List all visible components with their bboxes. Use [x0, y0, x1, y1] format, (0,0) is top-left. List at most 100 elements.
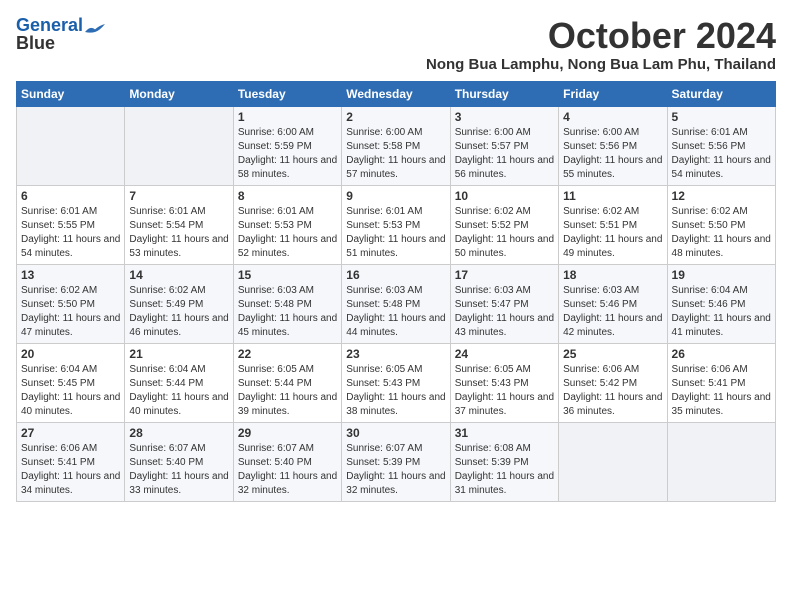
calendar-week-row: 27Sunrise: 6:06 AMSunset: 5:41 PMDayligh… — [17, 422, 776, 501]
day-number: 4 — [563, 110, 662, 124]
logo-bird-icon — [85, 24, 105, 36]
location-subtitle: Nong Bua Lamphu, Nong Bua Lam Phu, Thail… — [426, 56, 776, 73]
calendar-cell: 10 Sunrise: 6:02 AMSunset: 5:52 PMDayligh… — [450, 185, 558, 264]
calendar-cell — [559, 422, 667, 501]
day-number: 16 — [346, 268, 445, 282]
day-info: Sunrise: 6:00 AMSunset: 5:56 PMDaylight:… — [563, 126, 662, 182]
calendar-cell: 15 Sunrise: 6:03 AMSunset: 5:48 PMDayligh… — [233, 264, 341, 343]
weekday-header: Wednesday — [342, 81, 450, 106]
calendar-cell: 16 Sunrise: 6:03 AMSunset: 5:48 PMDayligh… — [342, 264, 450, 343]
weekday-header: Tuesday — [233, 81, 341, 106]
day-number: 13 — [21, 268, 120, 282]
day-info: Sunrise: 6:03 AMSunset: 5:48 PMDaylight:… — [346, 284, 445, 340]
day-info: Sunrise: 6:02 AMSunset: 5:50 PMDaylight:… — [21, 284, 120, 340]
calendar-cell: 22 Sunrise: 6:05 AMSunset: 5:44 PMDayligh… — [233, 343, 341, 422]
calendar-cell: 4 Sunrise: 6:00 AMSunset: 5:56 PMDaylight… — [559, 106, 667, 185]
day-info: Sunrise: 6:01 AMSunset: 5:53 PMDaylight:… — [238, 205, 337, 261]
calendar-cell: 11Sunrise: 6:02 AMSunset: 5:51 PMDayligh… — [559, 185, 667, 264]
day-info: Sunrise: 6:03 AMSunset: 5:48 PMDaylight:… — [238, 284, 337, 340]
calendar-cell: 21 Sunrise: 6:04 AMSunset: 5:44 PMDayligh… — [125, 343, 233, 422]
calendar-cell — [17, 106, 125, 185]
weekday-header-row: SundayMondayTuesdayWednesdayThursdayFrid… — [17, 81, 776, 106]
calendar-cell: 31 Sunrise: 6:08 AMSunset: 5:39 PMDayligh… — [450, 422, 558, 501]
day-info: Sunrise: 6:01 AMSunset: 5:54 PMDaylight:… — [129, 205, 228, 261]
calendar-cell: 24 Sunrise: 6:05 AMSunset: 5:43 PMDayligh… — [450, 343, 558, 422]
day-info: Sunrise: 6:04 AMSunset: 5:44 PMDaylight:… — [129, 363, 228, 419]
day-info: Sunrise: 6:05 AMSunset: 5:43 PMDaylight:… — [346, 363, 445, 419]
calendar-body: 1Sunrise: 6:00 AMSunset: 5:59 PMDaylight… — [17, 106, 776, 501]
calendar-cell: 17 Sunrise: 6:03 AMSunset: 5:47 PMDayligh… — [450, 264, 558, 343]
calendar-week-row: 6Sunrise: 6:01 AMSunset: 5:55 PMDaylight… — [17, 185, 776, 264]
day-info: Sunrise: 6:04 AMSunset: 5:46 PMDaylight:… — [672, 284, 771, 340]
day-info: Sunrise: 6:02 AMSunset: 5:52 PMDaylight:… — [455, 205, 554, 261]
day-number: 12 — [672, 189, 771, 203]
day-number: 19 — [672, 268, 771, 282]
day-number: 18 — [563, 268, 662, 282]
day-info: Sunrise: 6:07 AMSunset: 5:39 PMDaylight:… — [346, 442, 445, 498]
day-number: 24 — [455, 347, 554, 361]
calendar-cell: 3 Sunrise: 6:00 AMSunset: 5:57 PMDaylight… — [450, 106, 558, 185]
calendar-cell: 5Sunrise: 6:01 AMSunset: 5:56 PMDaylight… — [667, 106, 775, 185]
calendar-cell — [667, 422, 775, 501]
day-number: 8 — [238, 189, 337, 203]
calendar-cell: 7 Sunrise: 6:01 AMSunset: 5:54 PMDaylight… — [125, 185, 233, 264]
day-number: 15 — [238, 268, 337, 282]
day-number: 20 — [21, 347, 120, 361]
day-number: 1 — [238, 110, 337, 124]
title-section: October 2024 Nong Bua Lamphu, Nong Bua L… — [426, 16, 776, 73]
day-number: 21 — [129, 347, 228, 361]
calendar-cell: 29Sunrise: 6:07 AMSunset: 5:40 PMDayligh… — [233, 422, 341, 501]
day-number: 5 — [672, 110, 771, 124]
day-info: Sunrise: 6:03 AMSunset: 5:46 PMDaylight:… — [563, 284, 662, 340]
calendar-cell: 26Sunrise: 6:06 AMSunset: 5:41 PMDayligh… — [667, 343, 775, 422]
day-info: Sunrise: 6:06 AMSunset: 5:42 PMDaylight:… — [563, 363, 662, 419]
month-title: October 2024 — [426, 16, 776, 56]
calendar-cell: 6Sunrise: 6:01 AMSunset: 5:55 PMDaylight… — [17, 185, 125, 264]
day-info: Sunrise: 6:06 AMSunset: 5:41 PMDaylight:… — [672, 363, 771, 419]
calendar-cell: 23 Sunrise: 6:05 AMSunset: 5:43 PMDayligh… — [342, 343, 450, 422]
day-info: Sunrise: 6:06 AMSunset: 5:41 PMDaylight:… — [21, 442, 120, 498]
day-number: 29 — [238, 426, 337, 440]
day-number: 23 — [346, 347, 445, 361]
day-number: 10 — [455, 189, 554, 203]
calendar-week-row: 20Sunrise: 6:04 AMSunset: 5:45 PMDayligh… — [17, 343, 776, 422]
day-number: 7 — [129, 189, 228, 203]
calendar-cell — [125, 106, 233, 185]
calendar-cell: 9 Sunrise: 6:01 AMSunset: 5:53 PMDaylight… — [342, 185, 450, 264]
day-info: Sunrise: 6:05 AMSunset: 5:44 PMDaylight:… — [238, 363, 337, 419]
day-info: Sunrise: 6:07 AMSunset: 5:40 PMDaylight:… — [129, 442, 228, 498]
calendar-week-row: 13 Sunrise: 6:02 AMSunset: 5:50 PMDayligh… — [17, 264, 776, 343]
day-info: Sunrise: 6:00 AMSunset: 5:58 PMDaylight:… — [346, 126, 445, 182]
weekday-header: Thursday — [450, 81, 558, 106]
day-number: 25 — [563, 347, 662, 361]
day-number: 14 — [129, 268, 228, 282]
logo-text: General Blue — [16, 16, 83, 52]
calendar-cell: 2 Sunrise: 6:00 AMSunset: 5:58 PMDaylight… — [342, 106, 450, 185]
day-number: 2 — [346, 110, 445, 124]
logo: General Blue — [16, 16, 105, 52]
day-info: Sunrise: 6:08 AMSunset: 5:39 PMDaylight:… — [455, 442, 554, 498]
day-number: 17 — [455, 268, 554, 282]
day-info: Sunrise: 6:02 AMSunset: 5:50 PMDaylight:… — [672, 205, 771, 261]
day-info: Sunrise: 6:02 AMSunset: 5:49 PMDaylight:… — [129, 284, 228, 340]
calendar-table: SundayMondayTuesdayWednesdayThursdayFrid… — [16, 81, 776, 502]
calendar-week-row: 1Sunrise: 6:00 AMSunset: 5:59 PMDaylight… — [17, 106, 776, 185]
calendar-cell: 8 Sunrise: 6:01 AMSunset: 5:53 PMDaylight… — [233, 185, 341, 264]
day-info: Sunrise: 6:03 AMSunset: 5:47 PMDaylight:… — [455, 284, 554, 340]
day-number: 22 — [238, 347, 337, 361]
day-number: 9 — [346, 189, 445, 203]
calendar-cell: 14 Sunrise: 6:02 AMSunset: 5:49 PMDayligh… — [125, 264, 233, 343]
day-number: 31 — [455, 426, 554, 440]
calendar-header: SundayMondayTuesdayWednesdayThursdayFrid… — [17, 81, 776, 106]
calendar-cell: 1Sunrise: 6:00 AMSunset: 5:59 PMDaylight… — [233, 106, 341, 185]
day-number: 28 — [129, 426, 228, 440]
day-info: Sunrise: 6:00 AMSunset: 5:57 PMDaylight:… — [455, 126, 554, 182]
page-header: General Blue October 2024 Nong Bua Lamph… — [16, 16, 776, 73]
calendar-cell: 27Sunrise: 6:06 AMSunset: 5:41 PMDayligh… — [17, 422, 125, 501]
day-info: Sunrise: 6:01 AMSunset: 5:53 PMDaylight:… — [346, 205, 445, 261]
calendar-cell: 18 Sunrise: 6:03 AMSunset: 5:46 PMDayligh… — [559, 264, 667, 343]
day-number: 3 — [455, 110, 554, 124]
calendar-cell: 28 Sunrise: 6:07 AMSunset: 5:40 PMDayligh… — [125, 422, 233, 501]
weekday-header: Sunday — [17, 81, 125, 106]
day-info: Sunrise: 6:05 AMSunset: 5:43 PMDaylight:… — [455, 363, 554, 419]
